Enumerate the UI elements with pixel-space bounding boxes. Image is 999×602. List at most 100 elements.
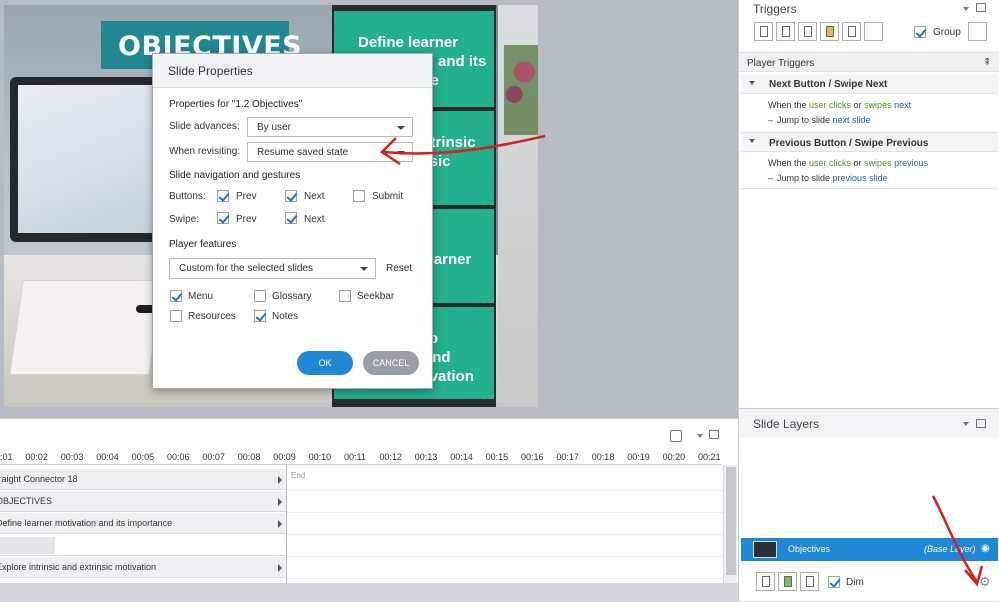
clicks-link[interactable]: clicks — [827, 100, 851, 110]
new-trigger-icon[interactable] — [754, 22, 773, 41]
timeline-row[interactable]: Define learner motivation and its import… — [0, 513, 286, 534]
next-slide-link[interactable]: next slide — [833, 115, 871, 125]
swipes-link[interactable]: swipes — [864, 158, 892, 168]
prev-trigger-condition[interactable]: When the user clicks or swipes previous — [768, 158, 928, 168]
previous-link[interactable]: previous — [892, 158, 928, 168]
edit-trigger-icon[interactable] — [776, 22, 795, 41]
thumbnail-image — [0, 537, 55, 554]
timeline-row[interactable]: Explore intrinsic and extrinsic motivati… — [0, 557, 286, 578]
player-features-value: Custom for the selected slides — [179, 263, 313, 274]
chevron-down-icon[interactable] — [963, 7, 969, 11]
reset-link[interactable]: Reset — [386, 263, 412, 274]
menu-checkbox[interactable] — [170, 290, 182, 302]
buttons-next-label: Next — [304, 191, 325, 202]
seekbar-checkbox[interactable] — [339, 290, 351, 302]
swipe-prev-checkbox[interactable] — [217, 212, 229, 224]
next-trigger-condition[interactable]: When the user clicks or swipes next — [768, 100, 911, 110]
slide-advances-value: By user — [257, 122, 291, 133]
collapse-icon[interactable]: ⇞ — [983, 57, 991, 68]
buttons-prev-label: Prev — [236, 191, 257, 202]
vertical-scrollbar[interactable] — [723, 465, 737, 583]
chevron-down-icon — [360, 267, 368, 271]
glossary-label: Glossary — [272, 291, 312, 302]
next-trigger-action[interactable]: – Jump to slide next slide — [768, 115, 871, 125]
text: When the — [768, 158, 810, 168]
next-link[interactable]: next — [892, 100, 911, 110]
time-tick-label: 00:07 — [202, 452, 225, 462]
restore-window-icon[interactable] — [976, 3, 986, 12]
layer-name: Objectives — [788, 544, 831, 554]
next-trigger-section[interactable]: Next Button / Swipe Next — [741, 74, 998, 94]
restore-window-icon[interactable] — [709, 430, 719, 439]
swipe-next-label: Next — [304, 214, 325, 225]
move-up-down-icon[interactable] — [864, 22, 883, 41]
text: or — [851, 100, 865, 110]
time-tick-label: 00:05 — [131, 452, 155, 462]
notes-checkbox[interactable] — [254, 310, 266, 322]
timeline-row[interactable]: Straight Connector 18 — [0, 469, 286, 490]
swipes-link[interactable]: swipes — [864, 100, 892, 110]
delete-icon[interactable] — [842, 22, 861, 41]
when-revisiting-label: When revisiting: — [169, 146, 241, 157]
anchor-icon[interactable] — [670, 430, 682, 442]
paste-icon[interactable] — [820, 22, 839, 41]
dim-checkbox[interactable] — [828, 576, 840, 588]
text: When the — [768, 100, 810, 110]
new-layer-icon[interactable] — [756, 572, 775, 591]
previous-slide-link[interactable]: previous slide — [833, 173, 888, 183]
expand-icon[interactable] — [278, 498, 282, 506]
player-triggers-header[interactable]: Player Triggers ⇞ — [739, 52, 999, 72]
chevron-down-icon[interactable] — [963, 422, 969, 426]
chevron-down-icon[interactable] — [749, 81, 755, 85]
scrollbar-thumb[interactable] — [726, 467, 736, 575]
swipe-prev-label: Prev — [236, 214, 257, 225]
glossary-checkbox[interactable] — [254, 290, 266, 302]
time-tick-label: 00:17 — [556, 452, 579, 462]
swipe-next-checkbox[interactable] — [285, 212, 297, 224]
ok-button[interactable]: OK — [297, 351, 353, 375]
time-tick-label: 00:06 — [167, 452, 190, 462]
timeline-row[interactable] — [0, 535, 286, 556]
player-features-select[interactable]: Custom for the selected slides — [169, 258, 376, 279]
layer-thumbnail — [753, 541, 777, 558]
variables-icon[interactable] — [968, 22, 987, 41]
dialog-title[interactable]: Slide Properties — [153, 54, 432, 88]
time-tick-label: 00:10 — [308, 452, 332, 462]
delete-layer-icon[interactable] — [800, 572, 819, 591]
time-tick-label: 00:04 — [96, 452, 119, 462]
time-tick-label: 00:13 — [414, 452, 438, 462]
time-tick-label: 00:01 — [0, 452, 13, 462]
buttons-next-checkbox[interactable] — [285, 190, 297, 202]
player-features-heading: Player features — [169, 239, 237, 250]
buttons-submit-checkbox[interactable] — [353, 190, 365, 202]
user-link[interactable]: user — [809, 100, 827, 110]
expand-icon[interactable] — [278, 520, 282, 528]
cancel-button[interactable]: CANCEL — [363, 351, 419, 375]
buttons-label: Buttons: — [169, 191, 206, 202]
grid-line — [287, 534, 723, 535]
copy-icon[interactable] — [798, 22, 817, 41]
prev-trigger-section[interactable]: Previous Button / Swipe Previous — [741, 132, 998, 152]
grid-line — [287, 512, 723, 513]
user-link[interactable]: user — [809, 158, 827, 168]
duplicate-layer-icon[interactable] — [778, 572, 797, 591]
clicks-link[interactable]: clicks — [827, 158, 851, 168]
resources-label: Resources — [188, 311, 236, 322]
expand-icon[interactable] — [278, 564, 282, 572]
time-tick-label: 00:19 — [627, 452, 650, 462]
time-tick-label: 00:12 — [379, 452, 402, 462]
timeline-row[interactable]: OBJECTIVES — [0, 491, 286, 512]
grid-line — [287, 578, 723, 579]
resources-checkbox[interactable] — [170, 310, 182, 322]
chevron-down-icon[interactable] — [697, 434, 703, 438]
expand-icon[interactable] — [278, 476, 282, 484]
restore-window-icon[interactable] — [976, 419, 986, 428]
horizontal-scrollbar[interactable] — [0, 583, 738, 602]
text: or — [851, 158, 865, 168]
grid-line — [287, 556, 723, 557]
prev-trigger-action[interactable]: – Jump to slide previous slide — [768, 173, 888, 183]
chevron-down-icon[interactable] — [749, 139, 755, 143]
time-ruler[interactable]: 00:01 00:02 00:03 00:04 00:05 00:06 00:07 00:08… — [0, 449, 722, 465]
group-checkbox[interactable] — [914, 26, 926, 38]
buttons-prev-checkbox[interactable] — [217, 190, 229, 202]
